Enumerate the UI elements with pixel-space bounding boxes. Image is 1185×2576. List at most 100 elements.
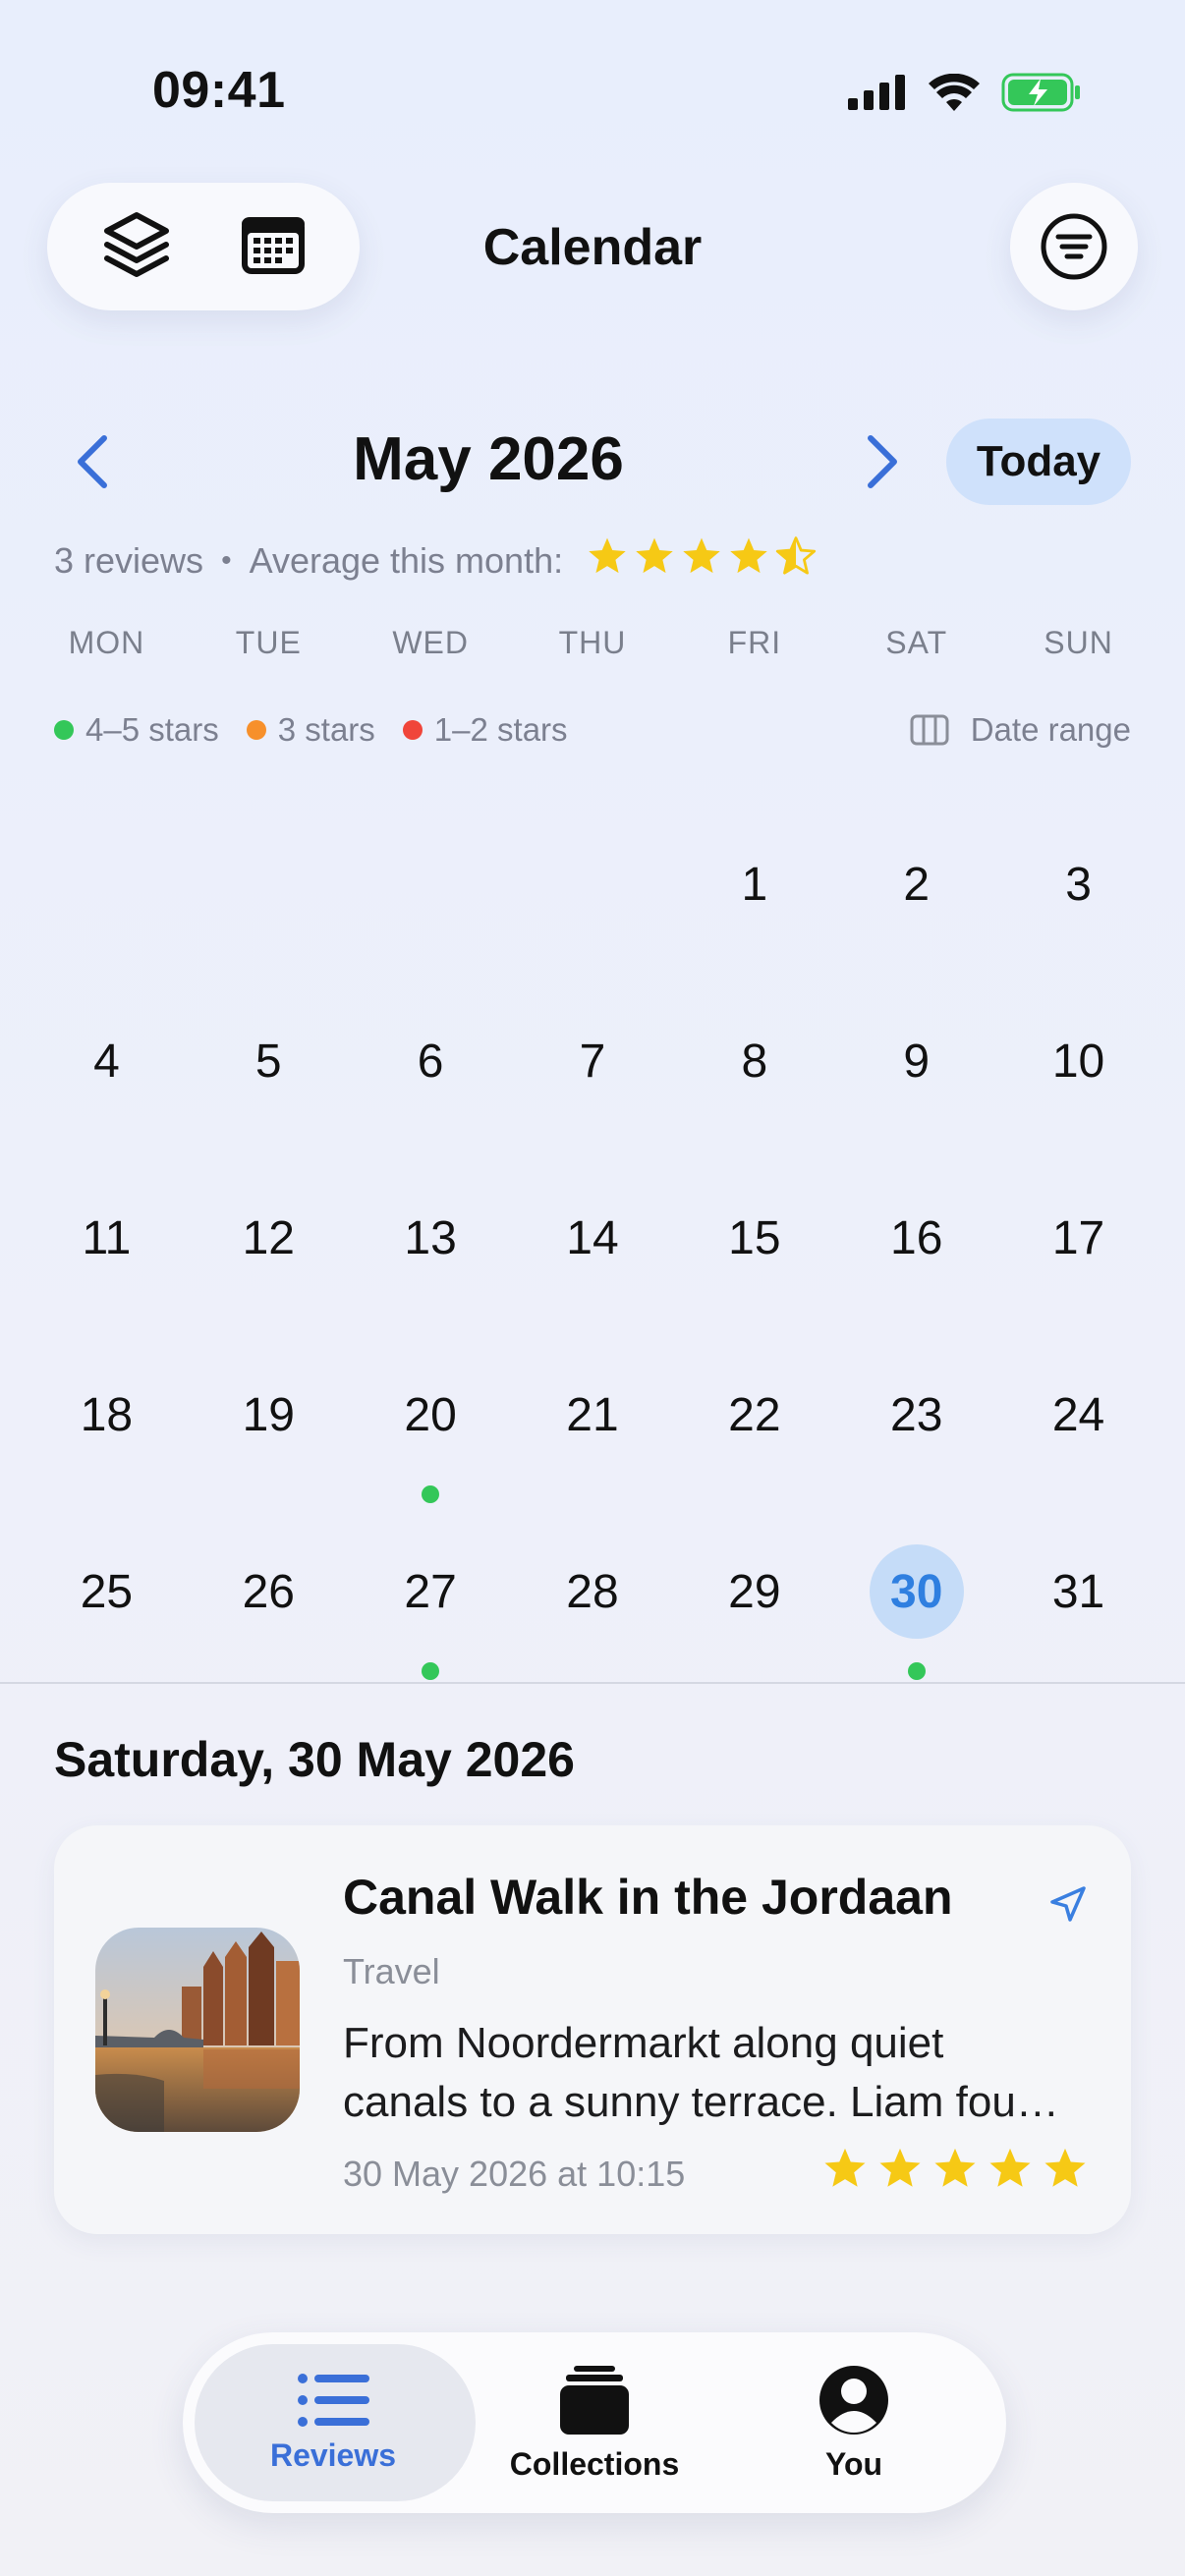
review-thumbnail bbox=[95, 1928, 300, 2132]
day-number: 18 bbox=[80, 1388, 134, 1441]
calendar-day-22[interactable]: 22 bbox=[673, 1316, 835, 1493]
calendar-day-25[interactable]: 25 bbox=[26, 1493, 188, 1670]
star-icon bbox=[877, 2146, 923, 2196]
summary-separator: • bbox=[221, 543, 232, 577]
legend-item: 1–2 stars bbox=[402, 711, 568, 749]
calendar-day-30[interactable]: 30 bbox=[835, 1493, 997, 1680]
day-number: 17 bbox=[1051, 1211, 1105, 1264]
calendar-day-6[interactable]: 6 bbox=[350, 963, 512, 1140]
stack-icon bbox=[560, 2365, 629, 2435]
calendar-day-8[interactable]: 8 bbox=[673, 963, 835, 1140]
review-indicator-dot bbox=[422, 1662, 440, 1680]
day-number: 7 bbox=[579, 1035, 606, 1088]
calendar-day-20[interactable]: 20 bbox=[350, 1316, 512, 1503]
calendar-day-10[interactable]: 10 bbox=[997, 963, 1159, 1140]
calendar-empty-cell bbox=[26, 786, 188, 963]
review-description-line: From Noordermarkt along quiet bbox=[343, 2019, 944, 2067]
divider bbox=[0, 1682, 1185, 1684]
weekday-label: TUE bbox=[235, 625, 302, 660]
battery-icon bbox=[1001, 73, 1080, 112]
tab-label: Collections bbox=[509, 2445, 680, 2482]
rating-legend: 4–5 stars 3 stars 1–2 stars bbox=[54, 711, 595, 749]
day-number: 1 bbox=[741, 858, 768, 911]
star-icon bbox=[728, 535, 769, 586]
calendar-day-28[interactable]: 28 bbox=[512, 1493, 674, 1670]
calendar-day-19[interactable]: 19 bbox=[188, 1316, 350, 1493]
selected-date-title: Saturday, 30 May 2026 bbox=[54, 1732, 575, 1787]
status-time: 09:41 bbox=[152, 62, 286, 119]
calendar-day-4[interactable]: 4 bbox=[26, 963, 188, 1140]
calendar-day-23[interactable]: 23 bbox=[835, 1316, 997, 1493]
day-number: 4 bbox=[93, 1035, 120, 1088]
calendar-day-18[interactable]: 18 bbox=[26, 1316, 188, 1493]
review-description: From Noordermarkt along quiet canals to … bbox=[343, 2014, 1096, 2132]
day-number: 6 bbox=[417, 1035, 444, 1088]
calendar-day-11[interactable]: 11 bbox=[26, 1140, 188, 1316]
weekday-label: WED bbox=[392, 625, 469, 660]
calendar-day-21[interactable]: 21 bbox=[512, 1316, 674, 1493]
today-button[interactable]: Today bbox=[946, 419, 1131, 505]
calendar-day-24[interactable]: 24 bbox=[997, 1316, 1159, 1493]
tab-you[interactable]: You bbox=[726, 2332, 982, 2513]
day-number: 3 bbox=[1065, 858, 1092, 911]
day-number: 16 bbox=[890, 1211, 943, 1264]
star-icon bbox=[681, 535, 722, 586]
legend-label: 3 stars bbox=[277, 711, 375, 748]
tab-label: You bbox=[824, 2445, 883, 2482]
calendar-day-16[interactable]: 16 bbox=[835, 1140, 997, 1316]
calendar-day-26[interactable]: 26 bbox=[188, 1493, 350, 1670]
tab-collections[interactable]: Collections bbox=[467, 2332, 722, 2513]
calendar-day-12[interactable]: 12 bbox=[188, 1140, 350, 1316]
calendar-day-1[interactable]: 1 bbox=[673, 786, 835, 963]
legend-label: 4–5 stars bbox=[85, 711, 219, 748]
legend-dot bbox=[402, 720, 423, 740]
legend-label: 1–2 stars bbox=[433, 711, 568, 748]
weekday-label: MON bbox=[68, 625, 145, 660]
legend-item: 4–5 stars bbox=[54, 711, 219, 749]
calendar-day-7[interactable]: 7 bbox=[512, 963, 674, 1140]
review-card[interactable]: Canal Walk in the Jordaan Travel From No… bbox=[54, 1825, 1131, 2234]
calendar-day-29[interactable]: 29 bbox=[673, 1493, 835, 1670]
day-number: 14 bbox=[566, 1211, 619, 1264]
calendar-day-17[interactable]: 17 bbox=[997, 1140, 1159, 1316]
weekday-label: SAT bbox=[885, 625, 948, 660]
day-number: 21 bbox=[566, 1388, 619, 1441]
calendar-day-13[interactable]: 13 bbox=[350, 1140, 512, 1316]
next-month-button[interactable] bbox=[861, 432, 904, 491]
date-range-button[interactable]: Date range bbox=[910, 711, 1131, 749]
day-number: 20 bbox=[404, 1388, 457, 1441]
calendar-day-14[interactable]: 14 bbox=[512, 1140, 674, 1316]
signal-icon bbox=[848, 75, 905, 110]
day-number: 2 bbox=[903, 858, 931, 911]
star-icon bbox=[775, 535, 817, 586]
review-title: Canal Walk in the Jordaan bbox=[343, 1870, 953, 1925]
calendar-day-15[interactable]: 15 bbox=[673, 1140, 835, 1316]
day-number: 26 bbox=[242, 1565, 295, 1618]
calendar-day-27[interactable]: 27 bbox=[350, 1493, 512, 1680]
day-number: 10 bbox=[1051, 1035, 1105, 1088]
day-number: 23 bbox=[890, 1388, 943, 1441]
average-rating-stars bbox=[587, 535, 817, 586]
legend-item: 3 stars bbox=[246, 711, 375, 749]
reviews-count: 3 reviews bbox=[54, 539, 204, 581]
day-number: 22 bbox=[728, 1388, 781, 1441]
calendar-day-31[interactable]: 31 bbox=[997, 1493, 1159, 1670]
location-arrow-icon[interactable] bbox=[1048, 1884, 1088, 1929]
status-icons bbox=[848, 73, 1082, 112]
star-icon bbox=[587, 535, 628, 586]
calendar-day-9[interactable]: 9 bbox=[835, 963, 997, 1140]
calendar-day-2[interactable]: 2 bbox=[835, 786, 997, 963]
filter-button[interactable] bbox=[1010, 183, 1138, 310]
weekday-label: THU bbox=[558, 625, 627, 660]
day-number: 28 bbox=[566, 1565, 619, 1618]
person-icon bbox=[819, 2365, 888, 2435]
day-number: 9 bbox=[903, 1035, 931, 1088]
review-description-line: canals to a sunny terrace. Liam fou… bbox=[343, 2078, 1059, 2126]
calendar-day-5[interactable]: 5 bbox=[188, 963, 350, 1140]
calendar-day-3[interactable]: 3 bbox=[997, 786, 1159, 963]
review-date: 30 May 2026 at 10:15 bbox=[343, 2154, 686, 2194]
day-number: 27 bbox=[404, 1565, 457, 1618]
day-number: 13 bbox=[404, 1211, 457, 1264]
tab-reviews[interactable]: Reviews bbox=[205, 2332, 461, 2513]
tab-bar: Reviews Collections You bbox=[183, 2332, 1006, 2513]
